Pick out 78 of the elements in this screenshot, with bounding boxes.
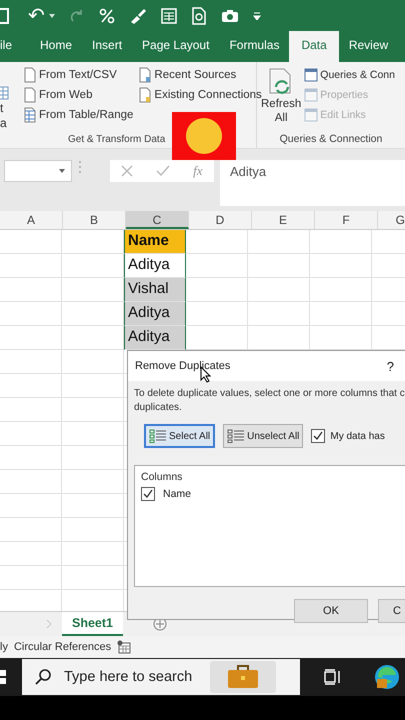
- sheet-tab[interactable]: Sheet1: [62, 612, 123, 636]
- ribbon-command[interactable]: Existing Connections: [154, 89, 262, 101]
- briefcase-icon[interactable]: [227, 665, 260, 689]
- group-label: Queries & Connection: [278, 133, 384, 145]
- refresh-all-button[interactable]: Refresh All: [261, 67, 302, 125]
- save-icon[interactable]: [0, 7, 10, 25]
- formula-input[interactable]: Aditya: [220, 160, 405, 206]
- ribbon-tab[interactable]: Formulas: [219, 38, 290, 62]
- get-data-label[interactable]: t: [0, 101, 4, 115]
- column-header[interactable]: D: [189, 211, 252, 229]
- ribbon-command[interactable]: From Text/CSV: [39, 69, 117, 81]
- checkbox-label[interactable]: My data has: [330, 430, 385, 442]
- ribbon-tab[interactable]: Home: [30, 38, 82, 62]
- get-data-label[interactable]: a: [0, 116, 7, 130]
- dialog-button[interactable]: Unselect All: [223, 424, 304, 448]
- form-icon[interactable]: [161, 8, 177, 24]
- dialog-title: Remove Duplicates: [135, 360, 230, 372]
- table-cell[interactable]: Aditya: [124, 254, 186, 278]
- column-header[interactable]: G: [378, 211, 405, 229]
- browser-icon[interactable]: [374, 664, 400, 690]
- add-sheet-icon[interactable]: [153, 617, 167, 631]
- sticker-icon: [172, 112, 236, 160]
- camera-icon[interactable]: [221, 9, 239, 23]
- document-icon: [139, 67, 152, 83]
- group-label: Get & Transform Data: [67, 134, 166, 145]
- ribbon-tab[interactable]: Data: [289, 31, 339, 62]
- table-icon[interactable]: [0, 86, 10, 100]
- status-text: ly: [0, 641, 8, 653]
- taskbar-search-field[interactable]: Type here to search: [22, 659, 300, 695]
- ribbon-command[interactable]: From Table/Range: [39, 109, 134, 121]
- dialog-instruction: duplicates.: [134, 401, 183, 415]
- column-header[interactable]: E: [252, 211, 315, 229]
- pane-icon: [304, 108, 318, 122]
- document-icon: [24, 67, 36, 83]
- brush-icon[interactable]: [129, 8, 147, 24]
- grip-icon: [78, 160, 82, 174]
- windows-start-icon[interactable]: [0, 669, 8, 685]
- ribbon-command[interactable]: Recent Sources: [154, 69, 236, 81]
- task-view-icon[interactable]: [324, 669, 342, 685]
- percent-icon[interactable]: [99, 8, 115, 24]
- dialog-button[interactable]: C: [378, 599, 405, 623]
- document-icon: [24, 107, 36, 123]
- checkbox-label[interactable]: Name: [163, 488, 192, 500]
- list-icon: [227, 429, 246, 443]
- caret-icon: [59, 169, 65, 173]
- ribbon-tab[interactable]: Insert: [82, 38, 132, 62]
- customize-caret-icon[interactable]: [253, 12, 261, 20]
- table-cell[interactable]: Name: [124, 230, 186, 254]
- caret-icon[interactable]: [49, 14, 55, 18]
- undo-icon[interactable]: ↶: [28, 6, 45, 26]
- column-header[interactable]: F: [315, 211, 378, 229]
- ribbon-tab[interactable]: Review: [338, 38, 398, 62]
- column-header[interactable]: A: [0, 211, 63, 229]
- list-header: Columns: [141, 471, 184, 483]
- pane-icon: [304, 68, 318, 82]
- dialog-instruction: To delete duplicate values, select one or more columns that c: [134, 387, 405, 401]
- document-icon: [24, 87, 36, 103]
- pane-icon: [304, 88, 318, 102]
- checkbox[interactable]: [311, 429, 326, 443]
- table-cell[interactable]: Vishal: [124, 278, 186, 302]
- status-text: Circular References: [14, 641, 112, 653]
- ribbon-command[interactable]: Queries & Conn: [320, 69, 395, 81]
- help-button[interactable]: ?: [386, 358, 394, 374]
- document-icon: [139, 87, 152, 103]
- table-cell[interactable]: Aditya: [124, 326, 186, 350]
- print-preview-icon[interactable]: [191, 7, 207, 25]
- check-icon[interactable]: [156, 165, 170, 177]
- dialog-button[interactable]: Select All: [144, 424, 216, 448]
- calendar-icon[interactable]: [117, 640, 132, 654]
- ribbon-tab[interactable]: Page Layout: [132, 38, 220, 62]
- table-cell[interactable]: Aditya: [124, 302, 186, 326]
- checkbox[interactable]: [141, 487, 155, 501]
- list-icon: [149, 429, 167, 443]
- ribbon-tab[interactable]: ile: [0, 38, 30, 62]
- search-icon: [34, 668, 52, 686]
- dialog-button[interactable]: OK: [294, 599, 368, 623]
- ribbon-command[interactable]: From Web: [39, 89, 92, 101]
- column-header[interactable]: C: [126, 211, 189, 229]
